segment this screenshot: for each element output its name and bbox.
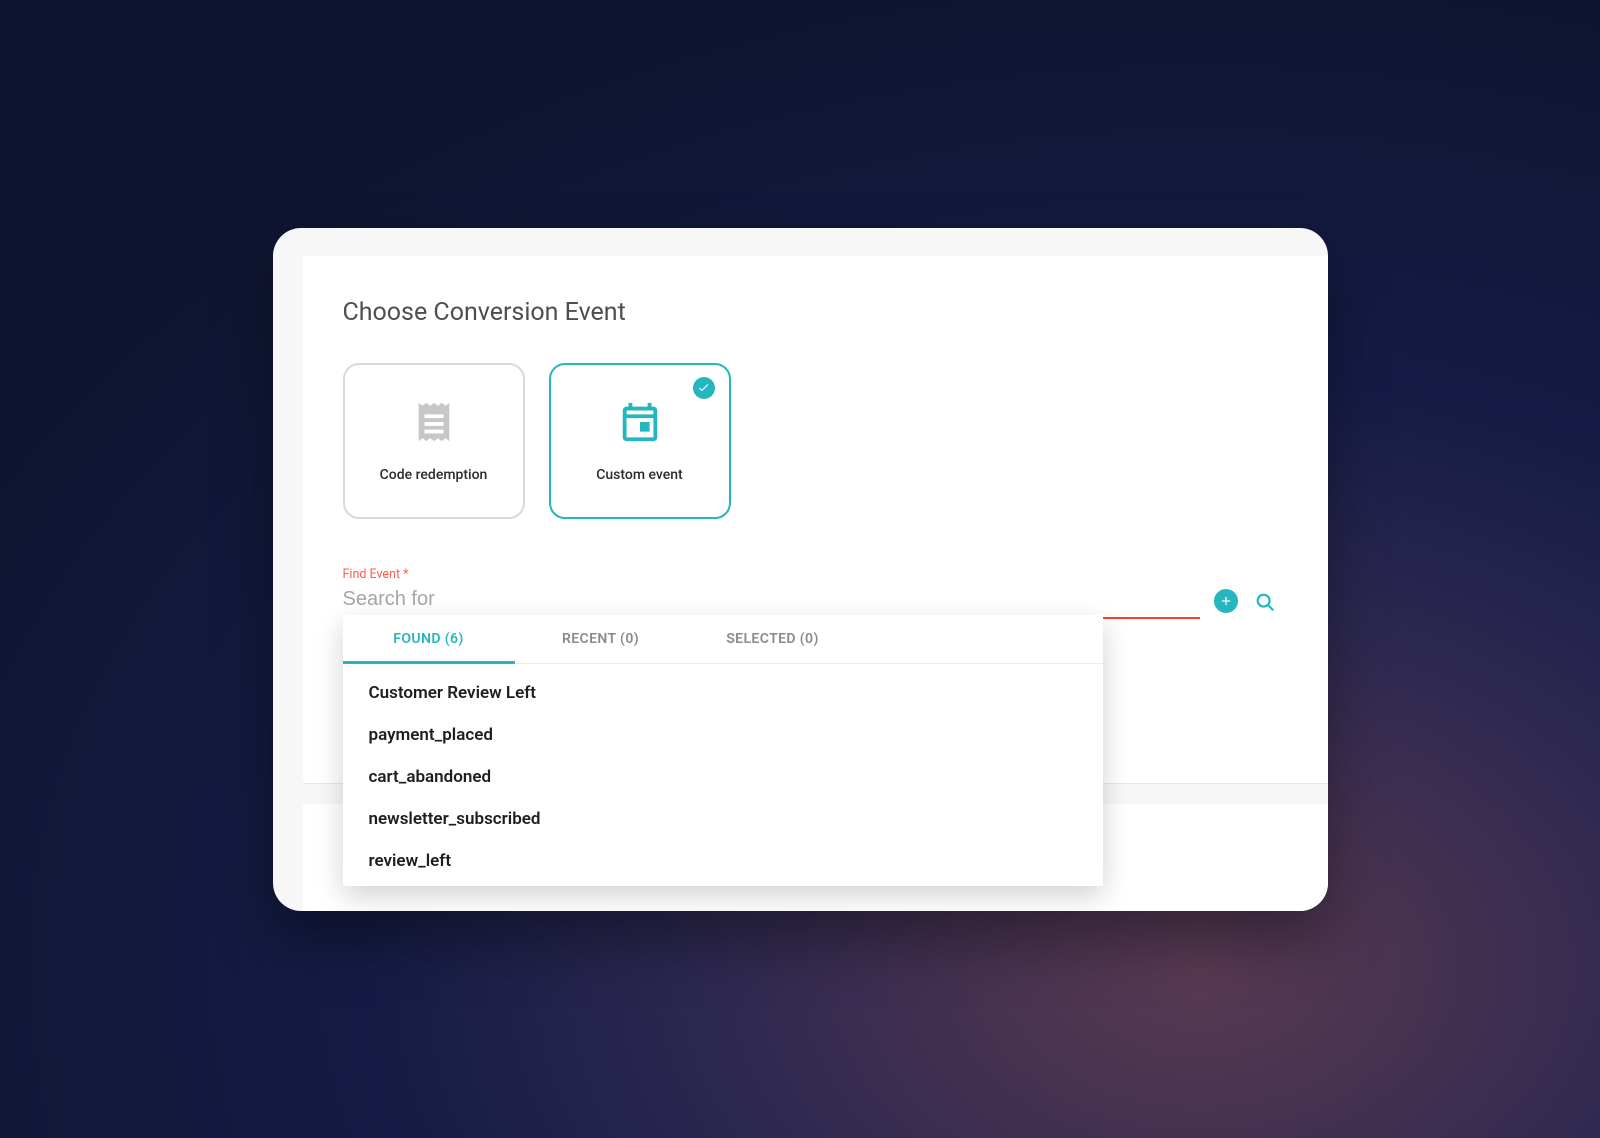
event-type-options: Code redemption Custom event xyxy=(343,363,1278,519)
option-label: Code redemption xyxy=(380,467,488,483)
find-event-field: Find Event * FOUND (6) RECENT (0) SELECT… xyxy=(343,567,1278,619)
modal-card: Choose Conversion Event Code redemption … xyxy=(273,228,1328,911)
check-icon xyxy=(693,377,715,399)
add-button[interactable] xyxy=(1214,589,1238,613)
main-panel: Choose Conversion Event Code redemption … xyxy=(303,256,1328,784)
result-item[interactable]: cart_abandoned xyxy=(343,756,1103,798)
tab-recent[interactable]: RECENT (0) xyxy=(515,615,687,663)
tab-selected[interactable]: SELECTED (0) xyxy=(687,615,859,663)
plus-icon xyxy=(1219,594,1233,608)
search-input[interactable] xyxy=(343,584,1200,619)
search-button[interactable] xyxy=(1252,589,1278,615)
option-code-redemption[interactable]: Code redemption xyxy=(343,363,525,519)
option-custom-event[interactable]: Custom event xyxy=(549,363,731,519)
find-event-label: Find Event * xyxy=(343,567,1278,582)
event-dropdown: FOUND (6) RECENT (0) SELECTED (0) Custom… xyxy=(343,615,1103,886)
result-item[interactable]: review_left xyxy=(343,840,1103,882)
search-icon xyxy=(1254,591,1276,613)
dropdown-tabs: FOUND (6) RECENT (0) SELECTED (0) xyxy=(343,615,1103,664)
calendar-icon xyxy=(617,399,663,449)
search-row xyxy=(343,584,1278,619)
page-title: Choose Conversion Event xyxy=(343,298,1278,327)
result-item[interactable]: payment_placed xyxy=(343,714,1103,756)
option-label: Custom event xyxy=(596,467,682,483)
result-item[interactable]: newsletter_subscribed xyxy=(343,798,1103,840)
result-item[interactable]: Customer Review Left xyxy=(343,672,1103,714)
tab-found[interactable]: FOUND (6) xyxy=(343,615,515,663)
dropdown-results: Customer Review Left payment_placed cart… xyxy=(343,664,1103,886)
receipt-icon xyxy=(411,399,457,449)
